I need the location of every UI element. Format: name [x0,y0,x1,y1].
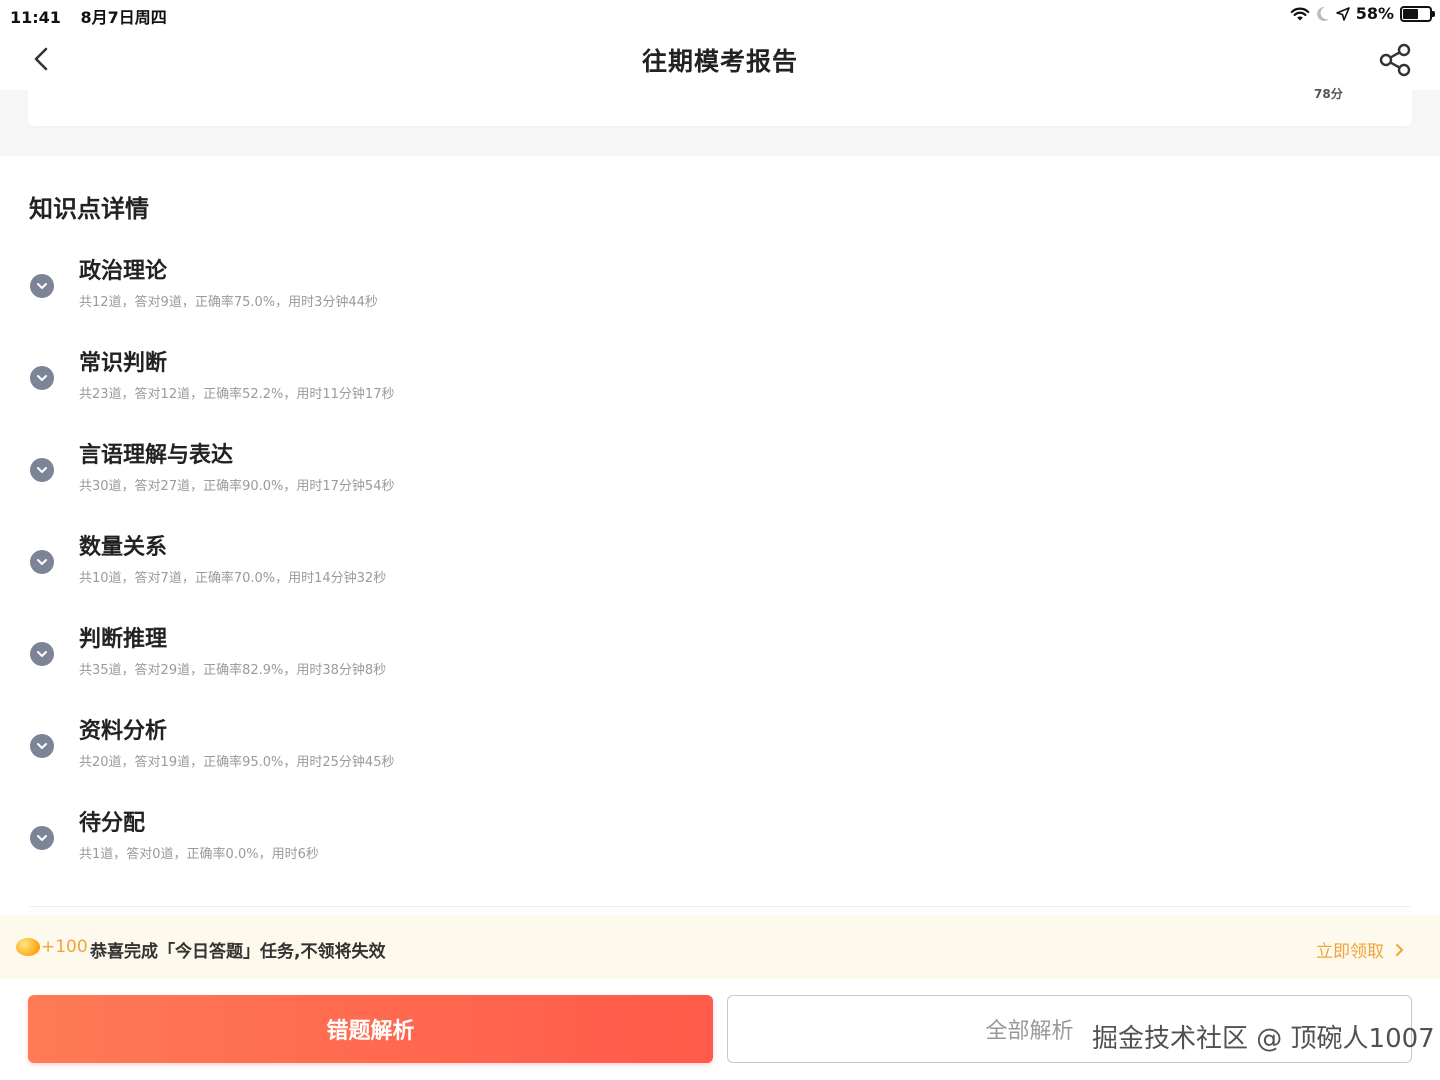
status-icons: 58% [1290,4,1435,23]
share-icon [1379,43,1411,77]
all-analysis-label: 全部解析 [985,1019,1074,1044]
chevron-down-icon [37,651,47,657]
location-icon [1335,6,1350,21]
knowledge-point-item[interactable]: 数量关系 共10道，答对7道，正确率70.0%，用时14分钟32秒 [0,526,1440,596]
knowledge-point-item[interactable]: 资料分析 共20道，答对19道，正确率95.0%，用时25分钟45秒 [0,710,1440,780]
knowledge-point-name: 常识判断 [79,351,168,376]
reward-banner[interactable]: +100 恭喜完成「今日答题」任务,不领将失效 立即领取 [0,915,1440,979]
battery-icon [1400,5,1435,22]
expand-toggle[interactable] [30,642,54,666]
status-time: 11:41 [10,8,61,27]
status-date: 8月7日周四 [80,8,167,27]
wrong-analysis-button[interactable]: 错题解析 [28,995,713,1063]
section-title: 知识点详情 [29,195,149,223]
knowledge-point-stats: 共12道，答对9道，正确率75.0%，用时3分钟44秒 [79,295,378,310]
watermark: 掘金技术社区 @ 顶碗人1007 [1092,1024,1435,1054]
knowledge-point-stats: 共35道，答对29道，正确率82.9%，用时38分钟8秒 [79,663,387,678]
knowledge-point-item[interactable]: 政治理论 共12道，答对9道，正确率75.0%，用时3分钟44秒 [0,250,1440,320]
claim-button[interactable]: 立即领取 [1316,937,1404,962]
chevron-down-icon [37,743,47,749]
expand-toggle[interactable] [30,366,54,390]
divider [30,906,1410,907]
nav-bar: 往期模考报告 [0,28,1440,90]
knowledge-point-item[interactable]: 常识判断 共23道，答对12道，正确率52.2%，用时11分钟17秒 [0,342,1440,412]
moon-icon [1316,6,1329,21]
share-button[interactable] [1376,42,1414,78]
reward-amount: +100 [41,937,88,957]
chevron-right-icon [1396,943,1403,956]
knowledge-point-item[interactable]: 言语理解与表达 共30道，答对27道，正确率90.0%，用时17分钟54秒 [0,434,1440,504]
wifi-icon [1290,7,1310,20]
knowledge-point-item[interactable]: 判断推理 共35道，答对29道，正确率82.9%，用时38分钟8秒 [0,618,1440,688]
status-time-date: 11:41 8月7日周四 [10,4,167,28]
knowledge-point-item[interactable]: 待分配 共1道，答对0道，正确率0.0%，用时6秒 [0,802,1440,872]
knowledge-point-name: 政治理论 [79,259,168,284]
chevron-down-icon [37,835,47,841]
expand-toggle[interactable] [30,734,54,758]
knowledge-point-stats: 共20道，答对19道，正确率95.0%，用时25分钟45秒 [79,755,395,770]
expand-toggle[interactable] [30,458,54,482]
screen: 11:41 8月7日周四 58% 往期模考报告 78分 知识点详情 政治理论 共… [0,0,1440,1080]
chevron-down-icon [37,283,47,289]
claim-label: 立即领取 [1316,942,1384,962]
reward-message: 恭喜完成「今日答题」任务,不领将失效 [90,942,386,962]
knowledge-point-stats: 共30道，答对27道，正确率90.0%，用时17分钟54秒 [79,479,395,494]
expand-toggle[interactable] [30,826,54,850]
coin-icon [16,938,40,956]
knowledge-point-name: 数量关系 [79,535,168,560]
expand-toggle[interactable] [30,550,54,574]
chevron-down-icon [37,375,47,381]
knowledge-point-stats: 共23道，答对12道，正确率52.2%，用时11分钟17秒 [79,387,395,402]
expand-toggle[interactable] [30,274,54,298]
page-title: 往期模考报告 [641,47,798,76]
knowledge-point-stats: 共1道，答对0道，正确率0.0%，用时6秒 [79,847,319,862]
knowledge-point-stats: 共10道，答对7道，正确率70.0%，用时14分钟32秒 [79,571,387,586]
knowledge-point-name: 资料分析 [79,719,168,744]
score-text: 78分 [1314,87,1343,101]
score-card-area: 78分 [0,87,1440,156]
score-card: 78分 [28,87,1412,126]
status-bar: 11:41 8月7日周四 58% [0,0,1440,28]
chevron-down-icon [37,467,47,473]
battery-percent: 58% [1355,4,1394,23]
knowledge-point-name: 判断推理 [79,627,168,652]
chevron-down-icon [37,559,47,565]
knowledge-point-name: 待分配 [79,811,146,836]
battery-level-fill [1403,8,1419,19]
knowledge-point-name: 言语理解与表达 [79,443,234,468]
